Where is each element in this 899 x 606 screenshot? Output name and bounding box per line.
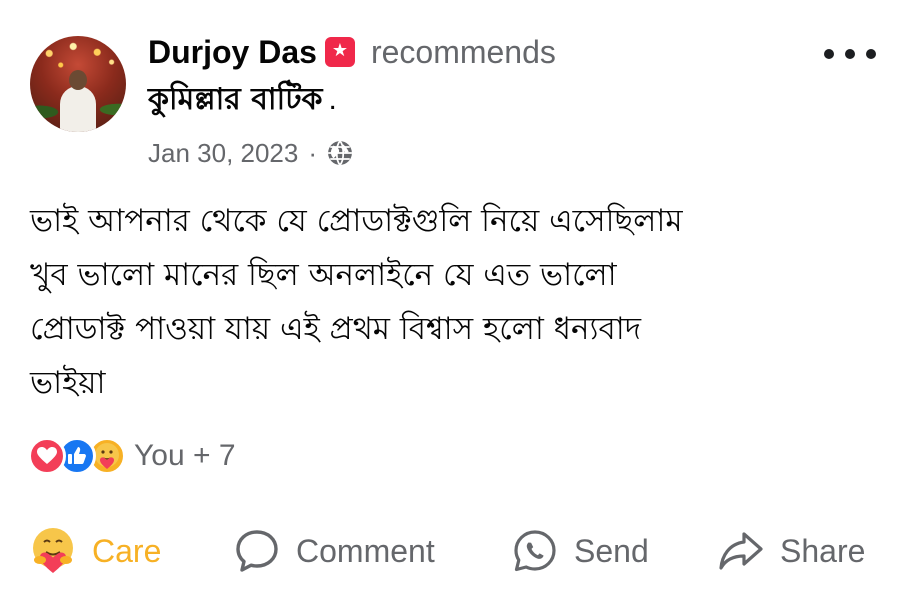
globe-icon[interactable] (327, 140, 353, 166)
comment-label: Comment (296, 532, 435, 569)
reactions-summary[interactable]: You + 7 (28, 436, 236, 476)
post-date[interactable]: Jan 30, 2023 (148, 138, 298, 169)
author-name[interactable]: Durjoy Das (148, 34, 317, 71)
post-body-line: প্রোডাক্ট পাওয়া যায় এই প্রথম বিশ্বাস হ… (30, 311, 642, 347)
more-dot (845, 49, 855, 59)
more-options-icon[interactable] (824, 40, 876, 68)
recommend-badge-icon (324, 37, 355, 67)
post-body-line: ভাইয়া (30, 365, 106, 401)
care-label: Care (92, 532, 162, 569)
share-button[interactable]: Share (716, 516, 865, 586)
post-body: ভাই আপনার থেকে যে প্রোডাক্টগুলি নিয়ে এস… (30, 194, 870, 410)
post-header-line: Durjoy Das recommends (148, 30, 556, 74)
more-dot (866, 49, 876, 59)
more-dot (824, 49, 834, 59)
reaction-count: You + 7 (134, 439, 236, 472)
avatar-person (60, 86, 96, 132)
whatsapp-icon (514, 530, 556, 572)
meta-separator: · (308, 137, 318, 168)
page-name-link[interactable]: কুমিল্লার বাটিক (148, 75, 323, 126)
share-icon (719, 532, 763, 570)
post-body-line: ভাই আপনার থেকে যে প্রোডাক্টগুলি নিয়ে এস… (30, 203, 683, 239)
action-bar: Care Comment Send Share (0, 516, 899, 586)
care-reaction-icon (33, 528, 73, 573)
send-button[interactable]: Send (510, 516, 649, 586)
post-meta: Jan 30, 2023 · (148, 136, 353, 170)
post-body-line: খুব ভালো মানের ছিল অনলাইনে যে এত ভালো (30, 257, 617, 293)
page-suffix: . (328, 83, 337, 116)
comment-button[interactable]: Comment (232, 516, 435, 586)
love-icon (28, 437, 66, 475)
care-button[interactable]: Care (28, 516, 161, 586)
recommends-label: recommends (370, 33, 556, 70)
share-label: Share (780, 532, 866, 569)
author-avatar[interactable] (30, 36, 126, 132)
avatar-head (69, 70, 87, 90)
recommended-page-line: কুমিল্লার বাটিক . (148, 78, 337, 122)
comment-icon (236, 530, 278, 572)
send-label: Send (574, 532, 649, 569)
